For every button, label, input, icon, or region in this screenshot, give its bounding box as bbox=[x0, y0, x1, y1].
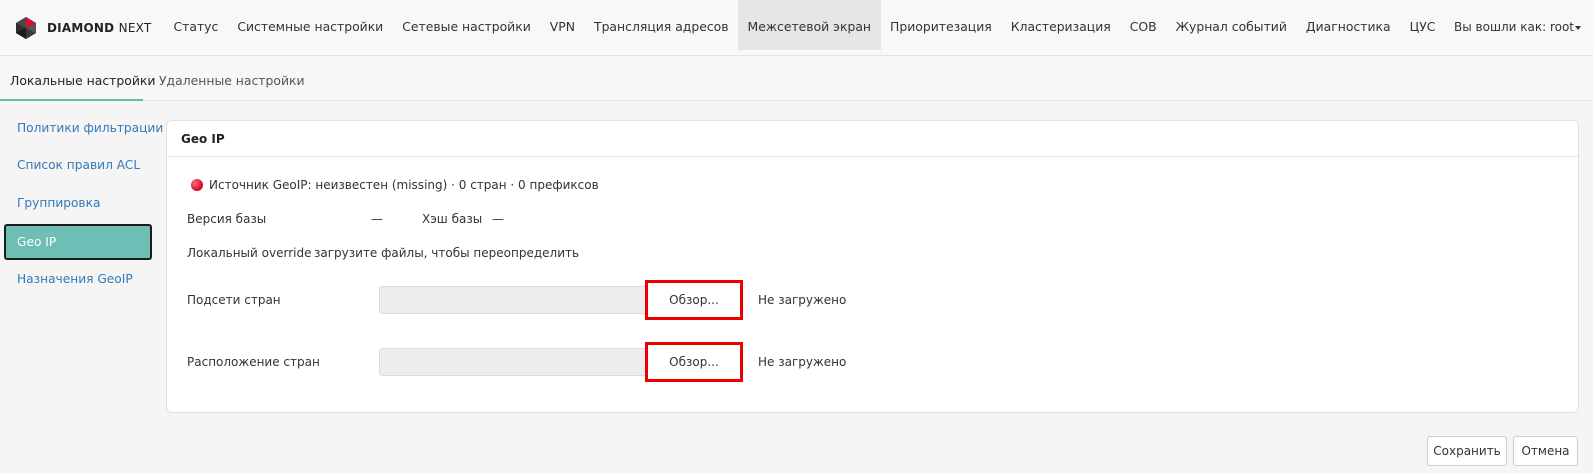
nav-ids[interactable]: СОВ bbox=[1120, 0, 1166, 50]
country-subnets-label: Подсети стран bbox=[187, 293, 281, 307]
sidebar-item-grouping[interactable]: Группировка bbox=[4, 185, 152, 221]
tab-remote-settings[interactable]: Удаленные настройки bbox=[159, 61, 305, 101]
save-button[interactable]: Сохранить bbox=[1427, 436, 1507, 466]
override-label: Локальный override bbox=[187, 246, 312, 260]
country-subnets-file-input[interactable] bbox=[379, 286, 649, 314]
user-label: Вы вошли как: root bbox=[1454, 20, 1574, 34]
nav-nat[interactable]: Трансляция адресов bbox=[585, 0, 739, 50]
nav-status[interactable]: Статус bbox=[164, 0, 228, 50]
db-hash-label: Хэш базы bbox=[422, 212, 483, 226]
sidebar-item-filter-policies[interactable]: Политики фильтрации bbox=[4, 110, 163, 146]
top-navbar: DIAMOND NEXT Статус Системные настройки … bbox=[0, 0, 1593, 56]
nav-firewall[interactable]: Межсетевой экран bbox=[738, 0, 881, 50]
geoip-panel: Geo IP Источник GeoIP: неизвестен (missi… bbox=[166, 120, 1579, 413]
country-locations-browse-button[interactable]: Обзор... bbox=[645, 342, 743, 382]
country-locations-label: Расположение стран bbox=[187, 355, 320, 369]
geoip-source-status: Источник GeoIP: неизвестен (missing) · 0… bbox=[191, 178, 599, 192]
db-version-label: Версия базы bbox=[187, 212, 267, 226]
sidebar-item-geo-ip[interactable]: Geo IP bbox=[4, 224, 152, 260]
country-locations-status: Не загружено bbox=[758, 355, 847, 369]
sidebar-item-acl-rules[interactable]: Список правил ACL bbox=[4, 147, 152, 183]
db-hash-value: — bbox=[492, 212, 504, 226]
panel-title: Geo IP bbox=[167, 121, 1578, 157]
nav-clustering[interactable]: Кластеризация bbox=[1001, 0, 1120, 50]
caret-down-icon bbox=[1575, 25, 1581, 30]
tab-local-settings[interactable]: Локальные настройки bbox=[0, 61, 155, 101]
sidebar-item-geoip-assignments[interactable]: Назначения GeoIP bbox=[4, 261, 152, 297]
settings-tabs: Локальные настройки Удаленные настройки bbox=[0, 61, 1593, 101]
nav-diagnostics[interactable]: Диагностика bbox=[1296, 0, 1400, 50]
country-subnets-status: Не загружено bbox=[758, 293, 847, 307]
brand-logo[interactable]: DIAMOND NEXT bbox=[14, 15, 151, 41]
nav-cms[interactable]: ЦУС bbox=[1400, 0, 1445, 50]
nav-vpn[interactable]: VPN bbox=[540, 0, 584, 50]
status-error-icon bbox=[191, 179, 203, 191]
diamond-logo-icon bbox=[16, 17, 36, 39]
db-version-value: — bbox=[371, 212, 383, 226]
country-subnets-browse-button[interactable]: Обзор... bbox=[645, 280, 743, 320]
nav-network-settings[interactable]: Сетевые настройки bbox=[393, 0, 541, 50]
status-text: Источник GeoIP: неизвестен (missing) · 0… bbox=[209, 178, 599, 192]
nav-event-log[interactable]: Журнал событий bbox=[1166, 0, 1296, 50]
main-nav: Статус Системные настройки Сетевые настр… bbox=[164, 0, 1445, 50]
user-menu[interactable]: Вы вошли как: root bbox=[1454, 20, 1581, 34]
cancel-button[interactable]: Отмена bbox=[1513, 436, 1578, 466]
nav-system-settings[interactable]: Системные настройки bbox=[228, 0, 393, 50]
brand-name: DIAMOND NEXT bbox=[47, 21, 152, 35]
override-value: загрузите файлы, чтобы переопределить bbox=[314, 246, 580, 260]
country-locations-file-input[interactable] bbox=[379, 348, 649, 376]
nav-prioritization[interactable]: Приоритезация bbox=[881, 0, 1002, 50]
